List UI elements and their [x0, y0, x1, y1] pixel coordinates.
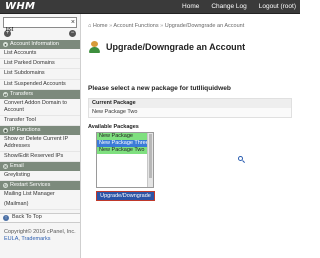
- back-to-top-label: Back To Top: [12, 214, 42, 221]
- nav-change-log-link[interactable]: Change Log: [211, 2, 246, 12]
- sidebar-item-mailman[interactable]: Mailing List Manager (Mailman): [0, 190, 80, 210]
- top-bar: WHM Home Change Log Logout (root): [0, 0, 300, 14]
- section-email[interactable]: ✉ Email: [0, 162, 80, 172]
- section-restart-services[interactable]: ↻ Restart Services: [0, 181, 80, 191]
- sidebar-item-transfer-tool[interactable]: Transfer Tool: [0, 116, 80, 127]
- current-package-box: Current Package New Package Two: [88, 98, 292, 118]
- breadcrumb-current: Upgrade/Downgrade an Account: [164, 23, 245, 29]
- section-title: Email: [10, 163, 24, 170]
- sidebar-item-show-delete-ips[interactable]: Show or Delete Current IP Addresses: [0, 135, 80, 153]
- page-header: Upgrade/Downgrade an Account: [88, 40, 245, 54]
- section-transfers[interactable]: ⇄ Transfers: [0, 89, 80, 99]
- breadcrumb-separator: »: [109, 23, 113, 29]
- clear-search-icon[interactable]: ×: [71, 18, 75, 27]
- sidebar-search: ×: [3, 17, 77, 35]
- section-title: Restart Services: [10, 182, 51, 189]
- breadcrumb-account-functions[interactable]: Account Functions: [113, 23, 158, 29]
- page-title: Upgrade/Downgrade an Account: [106, 42, 246, 52]
- main-content: ⌂ Home » Account Functions » Upgrade/Dow…: [82, 14, 300, 258]
- search-input[interactable]: [4, 25, 66, 35]
- whm-logo[interactable]: WHM: [5, 1, 35, 12]
- section-title: Transfers: [10, 90, 34, 97]
- section-account-information[interactable]: ● Account Information: [0, 40, 80, 49]
- eula-link[interactable]: EULA: [4, 236, 18, 242]
- sidebar: × + − ● Account Information List Account…: [0, 14, 81, 258]
- nav-home-link[interactable]: Home: [182, 2, 199, 12]
- available-packages-label: Available Packages: [88, 124, 139, 130]
- copyright-text: Copyright© 2016 cPanel, Inc.: [4, 228, 76, 235]
- section-ip-functions[interactable]: ◆ IP Functions: [0, 126, 80, 136]
- breadcrumb-separator: »: [160, 23, 164, 29]
- available-packages-listbox[interactable]: New Package New Package Three New Packag…: [96, 132, 154, 188]
- sidebar-item-convert-addon-domain[interactable]: Convert Addon Domain to Account: [0, 99, 80, 116]
- magnifier-icon[interactable]: [238, 156, 246, 164]
- refresh-icon: ↻: [3, 183, 8, 189]
- current-package-value: New Package Two: [92, 109, 138, 115]
- upgrade-downgrade-button[interactable]: Upgrade/Downgrade: [96, 191, 155, 201]
- sidebar-item-list-parked-domains[interactable]: List Parked Domains: [0, 59, 80, 70]
- sidebar-item-greylisting[interactable]: Greylisting: [0, 171, 80, 182]
- section-title: Account Information: [10, 41, 59, 47]
- section-title: IP Functions: [10, 127, 41, 134]
- package-option[interactable]: New Package: [97, 133, 153, 140]
- sidebar-item-reserved-ips[interactable]: Show/Edit Reserved IPs: [0, 152, 80, 163]
- arrows-icon: ⇄: [3, 91, 8, 97]
- sidebar-item-list-accounts[interactable]: List Accounts: [0, 49, 80, 60]
- current-package-label: Current Package: [89, 99, 291, 108]
- network-icon: ◆: [3, 128, 8, 134]
- package-option[interactable]: New Package Two: [97, 147, 153, 154]
- copyright-footer: Copyright© 2016 cPanel, Inc. EULA, Trade…: [0, 229, 80, 243]
- sidebar-item-list-subdomains[interactable]: List Subdomains: [0, 69, 80, 80]
- package-option-selected[interactable]: New Package Three: [97, 140, 153, 147]
- listbox-scrollbar[interactable]: [147, 133, 153, 187]
- arrow-up-icon: ↑: [3, 214, 9, 221]
- top-nav: Home Change Log Logout (root): [182, 2, 296, 12]
- trademarks-link[interactable]: Trademarks: [21, 236, 50, 242]
- select-package-prompt: Please select a new package for tutlliqu…: [88, 85, 231, 92]
- breadcrumb-home[interactable]: Home: [93, 23, 108, 29]
- person-icon: ●: [3, 42, 8, 47]
- sidebar-item-list-suspended-accounts[interactable]: List Suspended Accounts: [0, 80, 80, 90]
- collapse-all-icon[interactable]: −: [69, 30, 76, 37]
- user-upgrade-icon: [88, 40, 102, 54]
- home-icon[interactable]: ⌂: [88, 23, 91, 29]
- back-to-top-link[interactable]: ↑ Back To Top: [0, 212, 80, 223]
- nav-logout-link[interactable]: Logout (root): [259, 2, 296, 12]
- mail-icon: ✉: [3, 164, 8, 170]
- breadcrumb: ⌂ Home » Account Functions » Upgrade/Dow…: [88, 23, 244, 29]
